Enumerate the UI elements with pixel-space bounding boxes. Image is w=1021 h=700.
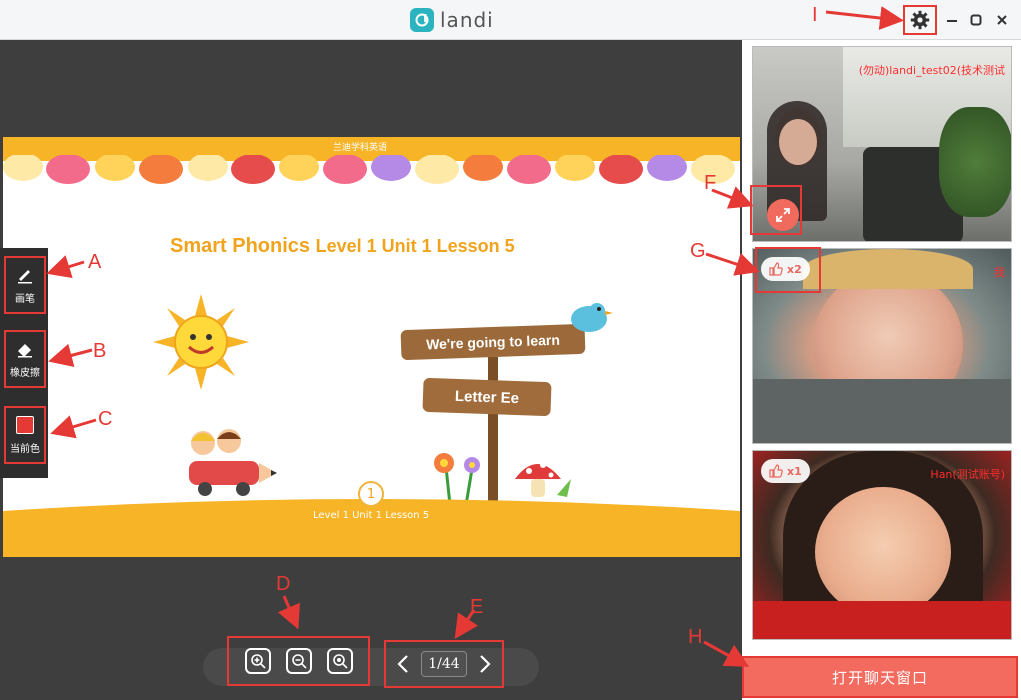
eraser-tool-label: 橡皮擦: [10, 367, 40, 379]
courseware-slide[interactable]: 兰迪学科英语 Smart Phonics Level 1 Unit 1 Less…: [3, 137, 740, 557]
kids-pencil-car-illustration: [189, 429, 277, 496]
sign-middle-board: Letter Ee: [422, 377, 552, 417]
sun-illustration: [153, 294, 249, 390]
slide-title-sub: Level 1 Unit 1 Lesson 5: [315, 236, 515, 256]
chevron-left-icon: [397, 655, 408, 673]
shirt-han: [753, 601, 1011, 639]
landi-logo-icon: [410, 8, 434, 32]
like-count-han: x1: [787, 464, 802, 478]
gear-icon: [910, 10, 930, 30]
current-color-label: 当前色: [10, 443, 40, 455]
app-logo: landi: [410, 8, 494, 32]
title-bar: landi: [0, 0, 1021, 40]
annotation-label-h: H: [688, 626, 703, 648]
chevron-right-icon: [480, 655, 491, 673]
current-color-button[interactable]: 当前色: [4, 406, 46, 464]
open-chat-button[interactable]: 打开聊天窗口: [742, 656, 1018, 698]
bird-illustration: [571, 303, 613, 332]
zoom-out-button[interactable]: [285, 648, 312, 674]
my-name-label: 我: [994, 266, 1005, 279]
zoom-fit-button[interactable]: [326, 648, 353, 674]
annotation-label-g: G: [690, 240, 706, 262]
teacher-face-front: [779, 119, 817, 165]
annotation-label-c: C: [98, 408, 113, 430]
drawing-toolbar: 画笔 橡皮擦 当前色: [0, 248, 48, 478]
slide-title: Smart Phonics Level 1 Unit 1 Lesson 5: [170, 235, 515, 258]
minimize-button[interactable]: [942, 10, 962, 30]
minimize-icon: [947, 20, 957, 22]
student-face-han: [815, 487, 951, 617]
page-indicator[interactable]: 1/44: [421, 651, 467, 677]
zoom-in-icon: [250, 654, 266, 669]
zoom-fit-icon: [332, 654, 348, 669]
eraser-icon: [18, 343, 32, 357]
like-counter-han: x1: [761, 459, 810, 483]
slide-title-main: Smart Phonics: [170, 235, 311, 257]
slide-page-badge: 1: [358, 481, 384, 507]
eraser-tool-button[interactable]: 橡皮擦: [4, 330, 46, 388]
maximize-button[interactable]: [966, 10, 986, 30]
annotation-label-b: B: [93, 340, 107, 362]
classmate-video[interactable]: x1 Han(测试账号): [752, 450, 1012, 640]
video-panel: (勿动)landi_test02(技术测试 x2 我 x1 Han(测试账号): [742, 40, 1021, 700]
annotation-label-a: A: [88, 251, 102, 273]
annotation-label-f: F: [704, 172, 717, 194]
app-title: landi: [440, 8, 494, 32]
pen-tool-label: 画笔: [15, 293, 35, 305]
zoom-out-icon: [291, 654, 307, 669]
teacher-name-label: (勿动)landi_test02(技术测试: [858, 64, 1005, 77]
prev-page-button[interactable]: [394, 651, 412, 677]
settings-button[interactable]: [903, 5, 937, 35]
close-icon: [997, 15, 1007, 25]
annotation-label-i: I: [812, 4, 818, 26]
balloon-bunting: [3, 155, 735, 184]
thumbs-up-icon: [769, 464, 783, 478]
jacket-me: [753, 379, 1011, 443]
next-page-button[interactable]: [476, 651, 494, 677]
slide-footer-label: Level 1 Unit 1 Lesson 5: [313, 510, 430, 521]
pen-icon: [18, 269, 32, 283]
close-button[interactable]: [992, 10, 1012, 30]
plant: [939, 107, 1011, 217]
annotation-label-e: E: [470, 596, 484, 618]
sign-top-board: We're going to learn: [400, 323, 586, 361]
zoom-in-button[interactable]: [244, 648, 271, 674]
slide-brand: 兰迪学科英语: [333, 143, 388, 153]
current-color-swatch: [16, 415, 34, 434]
annotation-label-d: D: [276, 573, 291, 595]
annotation-box-expand: [750, 185, 802, 235]
maximize-icon: [970, 14, 982, 26]
annotation-box-likes: [755, 247, 821, 293]
zoom-controls: [227, 636, 370, 686]
student-hair-me: [803, 249, 973, 289]
page-navigation: 1/44: [384, 640, 504, 688]
classmate-name-label: Han(测试账号): [930, 468, 1005, 481]
mushroom-illustration: [515, 462, 571, 497]
pen-tool-button[interactable]: 画笔: [4, 256, 46, 314]
